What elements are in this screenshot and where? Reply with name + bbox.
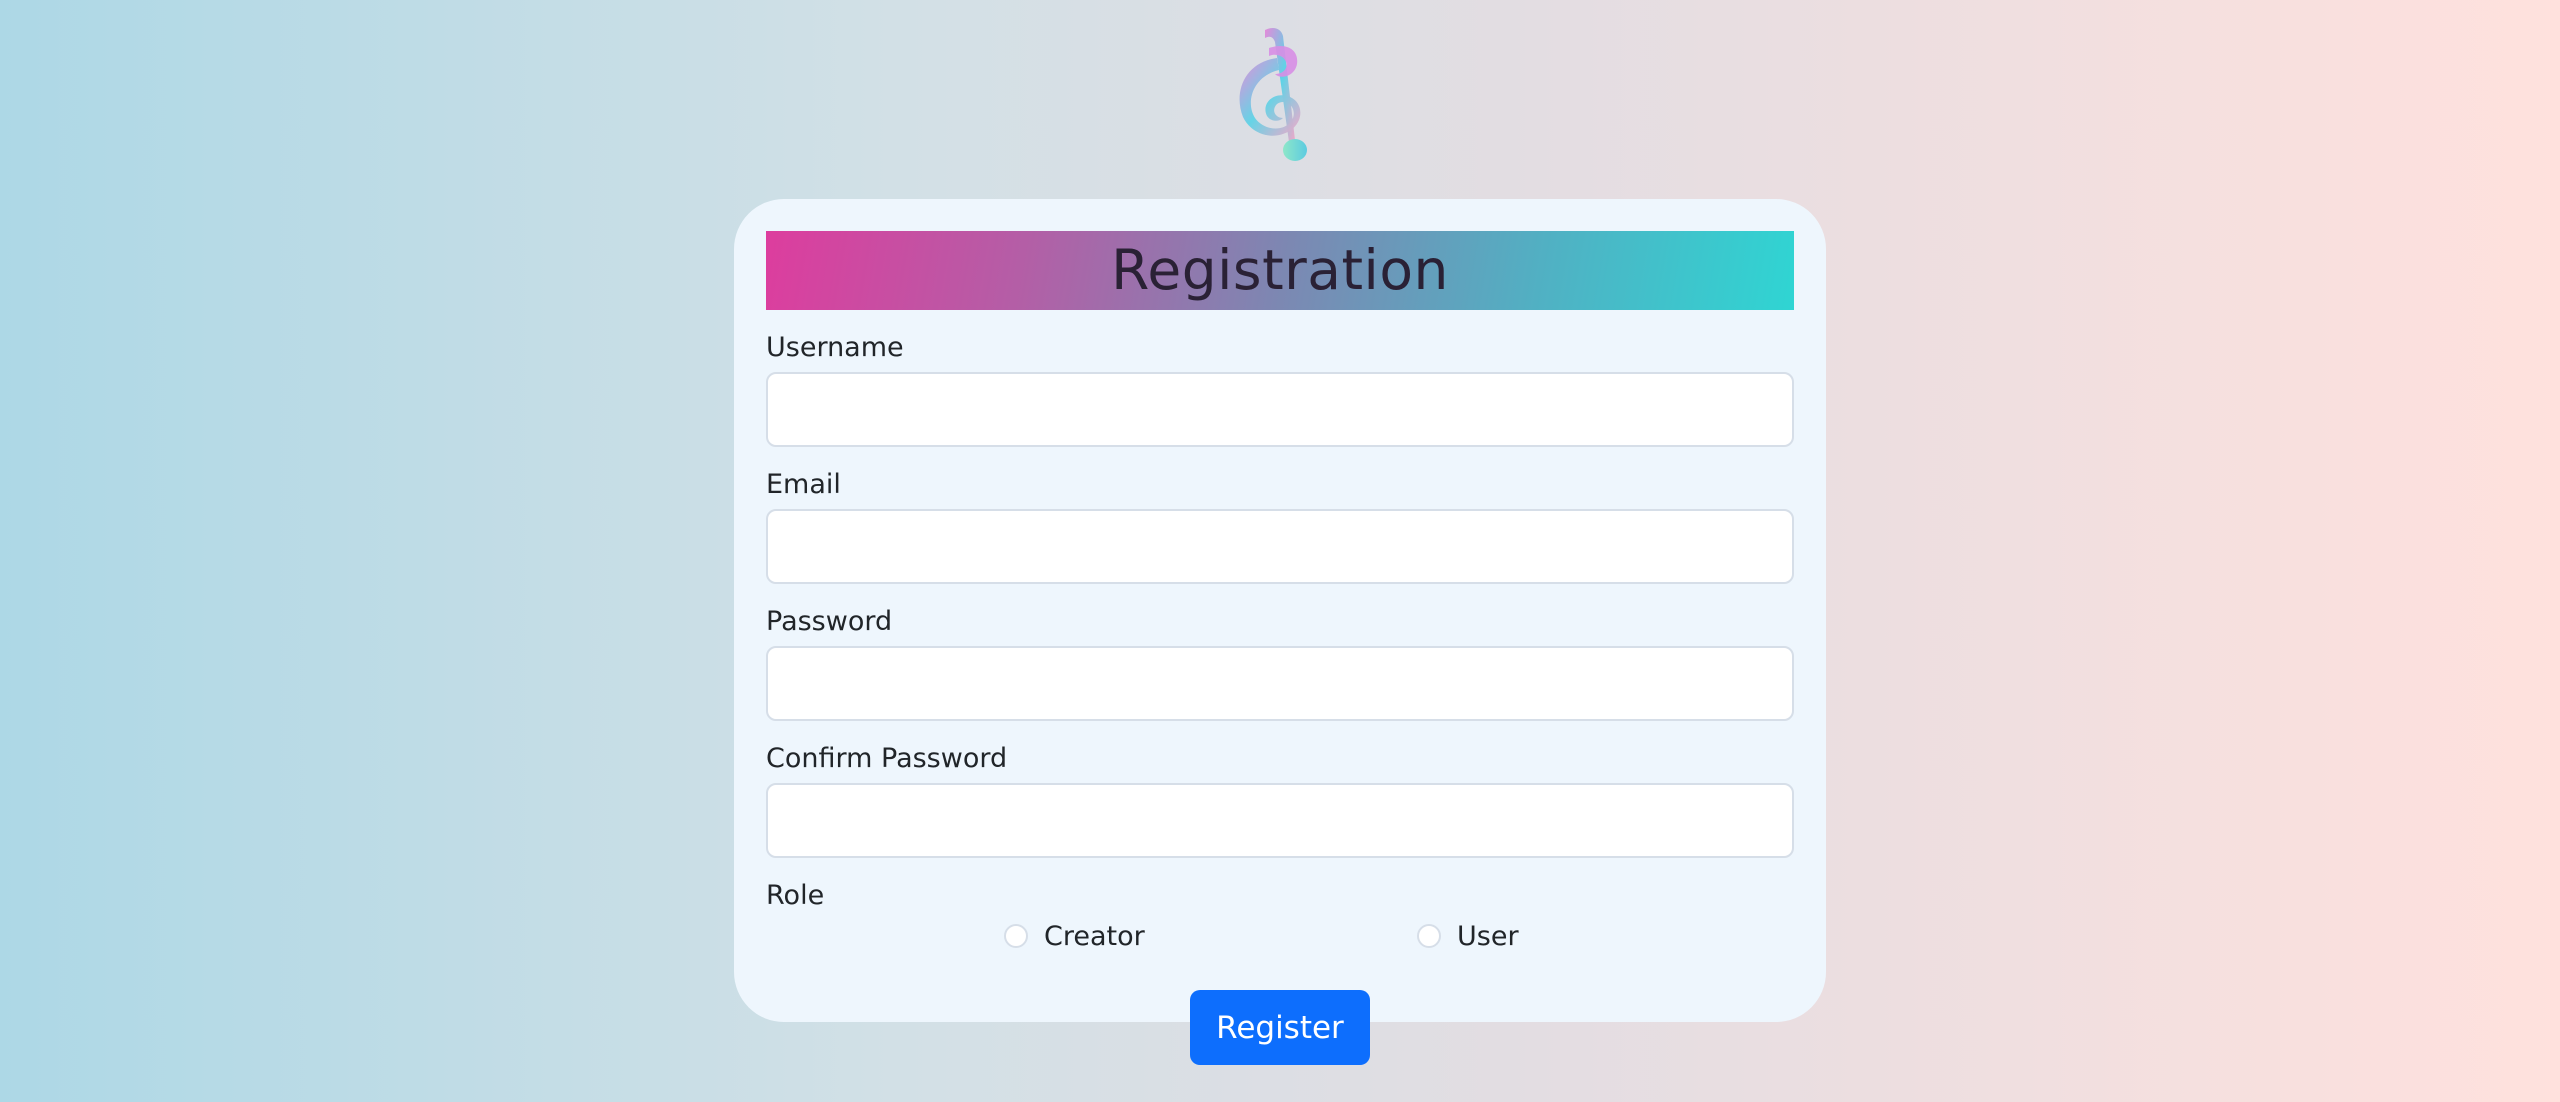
- user-radio-label: User: [1457, 920, 1519, 952]
- role-option-creator[interactable]: Creator: [1004, 916, 1145, 956]
- user-radio[interactable]: [1417, 924, 1441, 948]
- username-label: Username: [766, 332, 904, 363]
- register-button[interactable]: Register: [1190, 990, 1370, 1065]
- password-input[interactable]: [766, 646, 1794, 721]
- page-title: Registration: [1111, 238, 1449, 302]
- confirm-password-label: Confirm Password: [766, 743, 1008, 774]
- music-note-icon: [1239, 28, 1307, 161]
- title-banner: Registration: [766, 231, 1794, 310]
- submit-container: Register: [766, 990, 1794, 1065]
- username-input[interactable]: [766, 372, 1794, 447]
- creator-radio-label: Creator: [1044, 920, 1145, 952]
- email-label: Email: [766, 469, 841, 500]
- creator-radio[interactable]: [1004, 924, 1028, 948]
- role-option-user[interactable]: User: [1417, 916, 1519, 956]
- role-radio-group: Creator User: [766, 916, 1794, 956]
- role-label: Role: [766, 880, 825, 911]
- email-input[interactable]: [766, 509, 1794, 584]
- confirm-password-input[interactable]: [766, 783, 1794, 858]
- password-label: Password: [766, 606, 893, 637]
- registration-card: Registration Username Email Password Con…: [734, 199, 1826, 1065]
